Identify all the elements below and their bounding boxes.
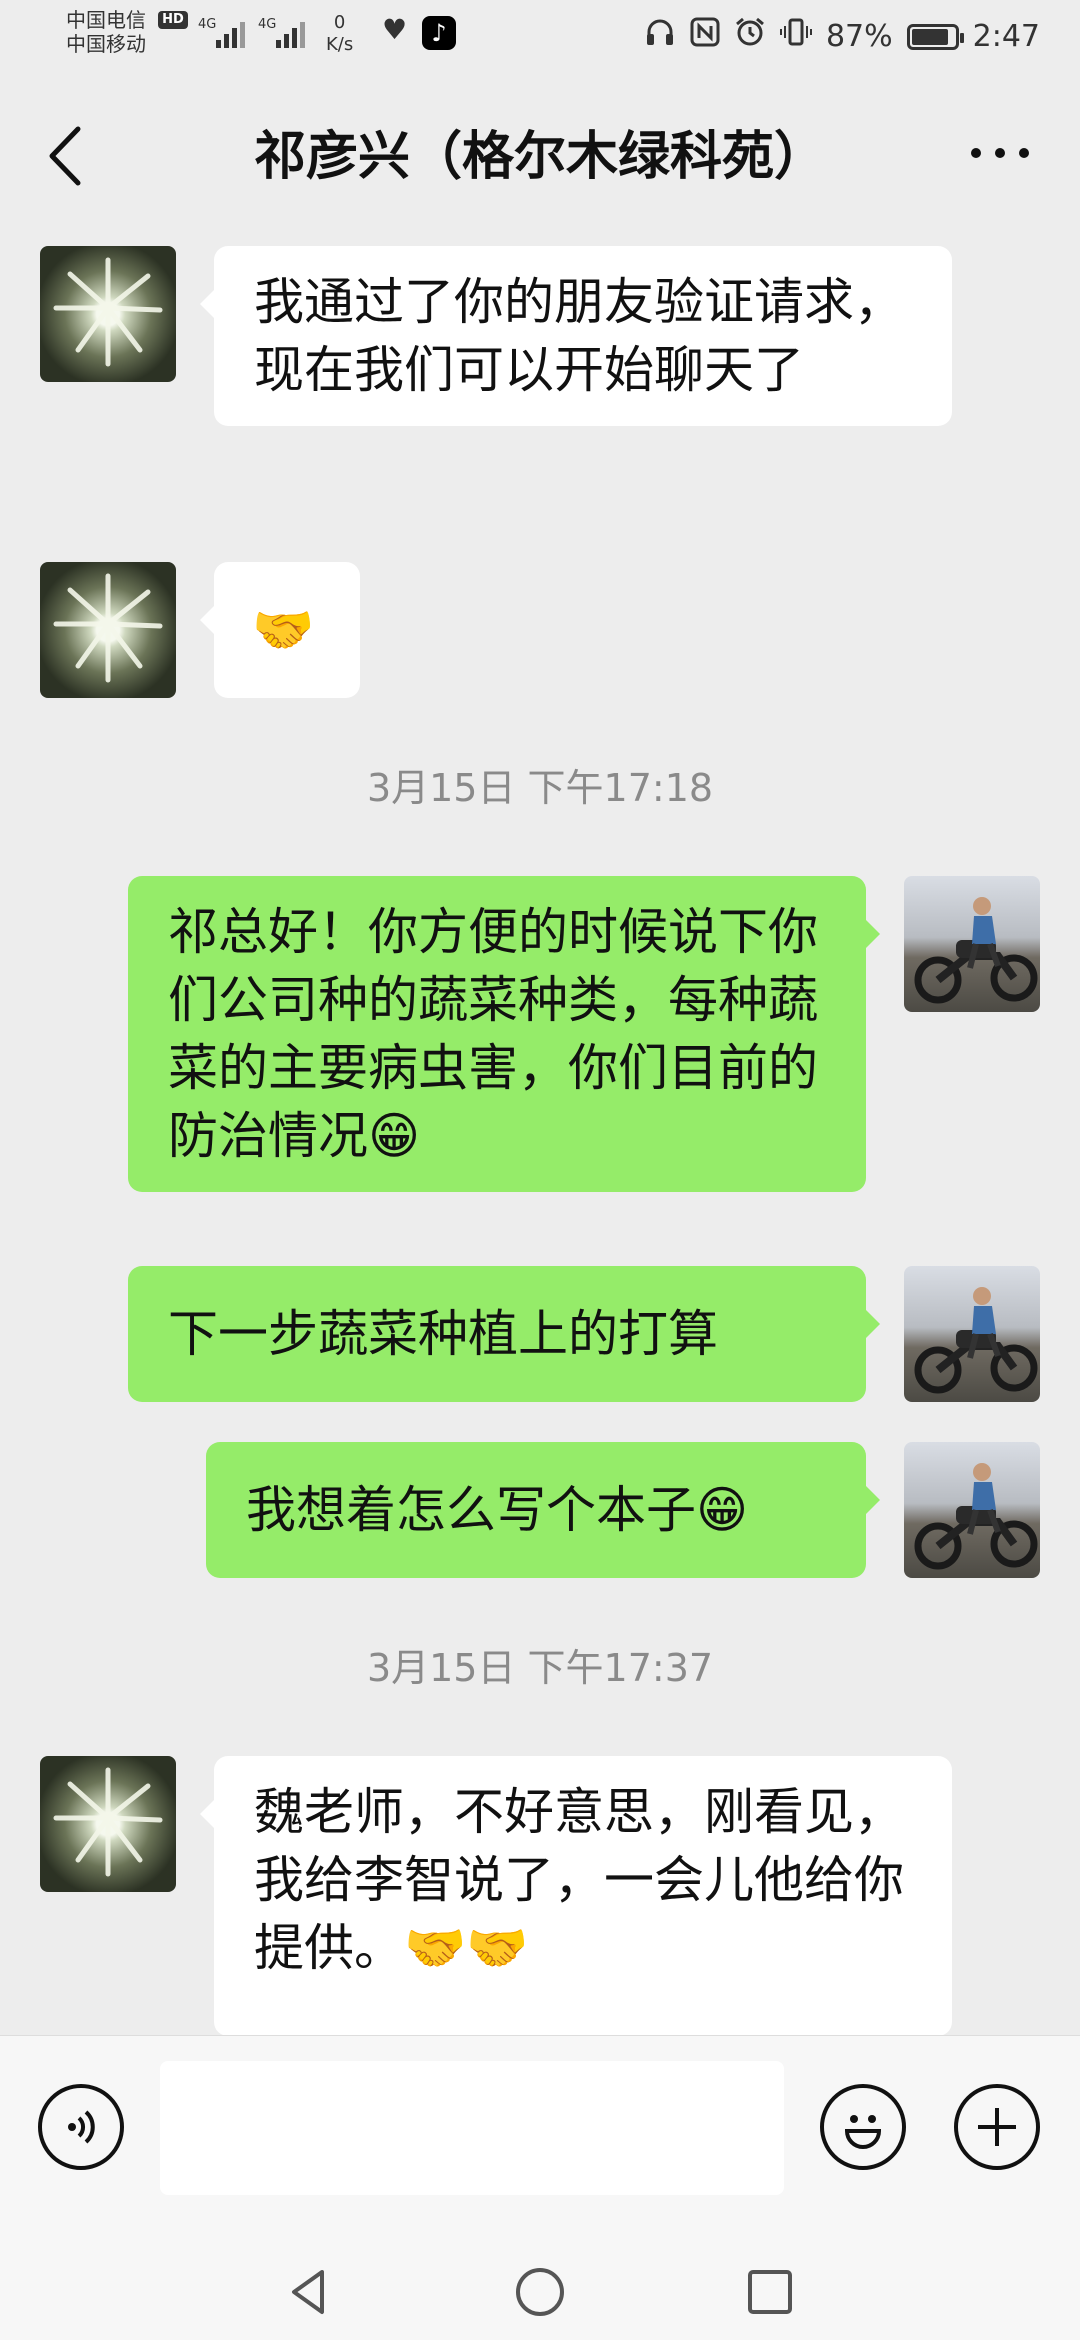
- chat-header: 祁彦兴（格尔木绿科苑）: [0, 85, 1080, 225]
- net-label-1: 4G: [198, 17, 216, 32]
- more-icon-dot: [995, 148, 1005, 158]
- user-avatar[interactable]: [904, 1266, 1040, 1402]
- message-text: 魏老师，不好意思，刚看见，我给李智说了，一会儿他给你提供。🤝🤝: [254, 1783, 904, 1977]
- message-bubble-outgoing[interactable]: 下一步蔬菜种植上的打算: [128, 1266, 880, 1402]
- voice-icon: [68, 2110, 95, 2144]
- input-bar: [0, 2035, 1080, 2236]
- message-input[interactable]: [160, 2061, 784, 2195]
- speed-unit: K/s: [326, 34, 354, 55]
- contact-avatar[interactable]: [40, 246, 176, 382]
- message-bubble-outgoing[interactable]: 我想着怎么写个本子😁: [206, 1442, 880, 1578]
- net-label-2: 4G: [258, 17, 276, 32]
- message-bubble-incoming[interactable]: 我通过了你的朋友验证请求，现在我们可以开始聊天了: [200, 246, 952, 426]
- contact-avatar[interactable]: [40, 1756, 176, 1892]
- motorcycle-avatar-image: [914, 1463, 1038, 1570]
- nav-recent-icon: [748, 2270, 792, 2314]
- message-text: 祁总好！你方便的时候说下你们公司种的蔬菜种类，每种蔬菜的主要病虫害，你们目前的防…: [168, 903, 818, 1165]
- flower-avatar-image: [53, 1767, 163, 1877]
- more-button[interactable]: [960, 133, 1040, 173]
- carrier-labels: 中国电信 中国移动: [66, 8, 146, 56]
- chat-title: 祁彦兴（格尔木绿科苑）: [253, 127, 826, 187]
- nav-home-button[interactable]: [510, 2262, 570, 2322]
- carrier-primary: 中国电信: [66, 8, 146, 32]
- plus-button[interactable]: [954, 2084, 1040, 2170]
- nav-recent-button[interactable]: [740, 2262, 800, 2322]
- message-timestamp: 3月15日 下午17:18: [366, 766, 714, 810]
- battery-percent: 87%: [825, 18, 893, 54]
- alarm-icon: [734, 16, 766, 57]
- emoji-button[interactable]: [820, 2084, 906, 2170]
- message-text: 🤝: [252, 601, 315, 659]
- message-text: 我通过了你的朋友验证请求，现在我们可以开始聊天了: [254, 273, 904, 399]
- more-icon-dot: [1019, 148, 1029, 158]
- message-bubble-incoming[interactable]: 🤝: [200, 562, 360, 698]
- message-bubble-outgoing[interactable]: 祁总好！你方便的时候说下你们公司种的蔬菜种类，每种蔬菜的主要病虫害，你们目前的防…: [128, 876, 880, 1192]
- message-text: 下一步蔬菜种植上的打算: [168, 1305, 718, 1363]
- user-avatar[interactable]: [904, 1442, 1040, 1578]
- battery-fill: [911, 28, 948, 45]
- message-timestamp: 3月15日 下午17:37: [366, 1646, 714, 1690]
- health-heart-icon: ♥: [382, 13, 408, 46]
- status-right-group: 87% 2:47: [644, 16, 1040, 57]
- nav-home-icon: [516, 2268, 564, 2316]
- emoji-icon: [844, 2115, 882, 2149]
- user-avatar[interactable]: [904, 876, 1040, 1012]
- flower-avatar-image: [53, 573, 163, 683]
- motorcycle-avatar-image: [914, 897, 1038, 1004]
- contact-avatar[interactable]: [40, 562, 176, 698]
- system-nav-bar: [0, 2236, 1080, 2340]
- nav-back-button[interactable]: [280, 2262, 340, 2322]
- tiktok-icon: ♪: [422, 16, 456, 50]
- message-text: 我想着怎么写个本子😁: [246, 1481, 749, 1539]
- motorcycle-avatar-image: [914, 1287, 1038, 1394]
- clock: 2:47: [972, 18, 1040, 54]
- nfc-icon: [690, 17, 720, 56]
- message-bubble-incoming[interactable]: 魏老师，不好意思，刚看见，我给李智说了，一会儿他给你提供。🤝🤝: [200, 1756, 952, 2036]
- signal-icon-1: 4G: [198, 14, 254, 54]
- headphones-icon: [644, 16, 676, 57]
- flower-avatar-image: [53, 257, 163, 367]
- more-icon-dot: [971, 148, 981, 158]
- nav-back-icon: [292, 2270, 324, 2314]
- plus-icon: [978, 2108, 1016, 2146]
- battery-icon: [906, 23, 964, 50]
- status-bar: 中国电信 中国移动 HD 4G 4G 0 K/s ♥ ♪ 87% 2:47: [0, 0, 1080, 70]
- speed-value: 0: [333, 12, 346, 33]
- signal-icon-2: 4G: [258, 14, 314, 54]
- vibrate-icon: [779, 16, 812, 57]
- carrier-secondary: 中国移动: [66, 32, 146, 56]
- voice-button[interactable]: [38, 2084, 124, 2170]
- network-speed: 0 K/s: [326, 12, 353, 56]
- hd-badge: HD: [158, 11, 188, 29]
